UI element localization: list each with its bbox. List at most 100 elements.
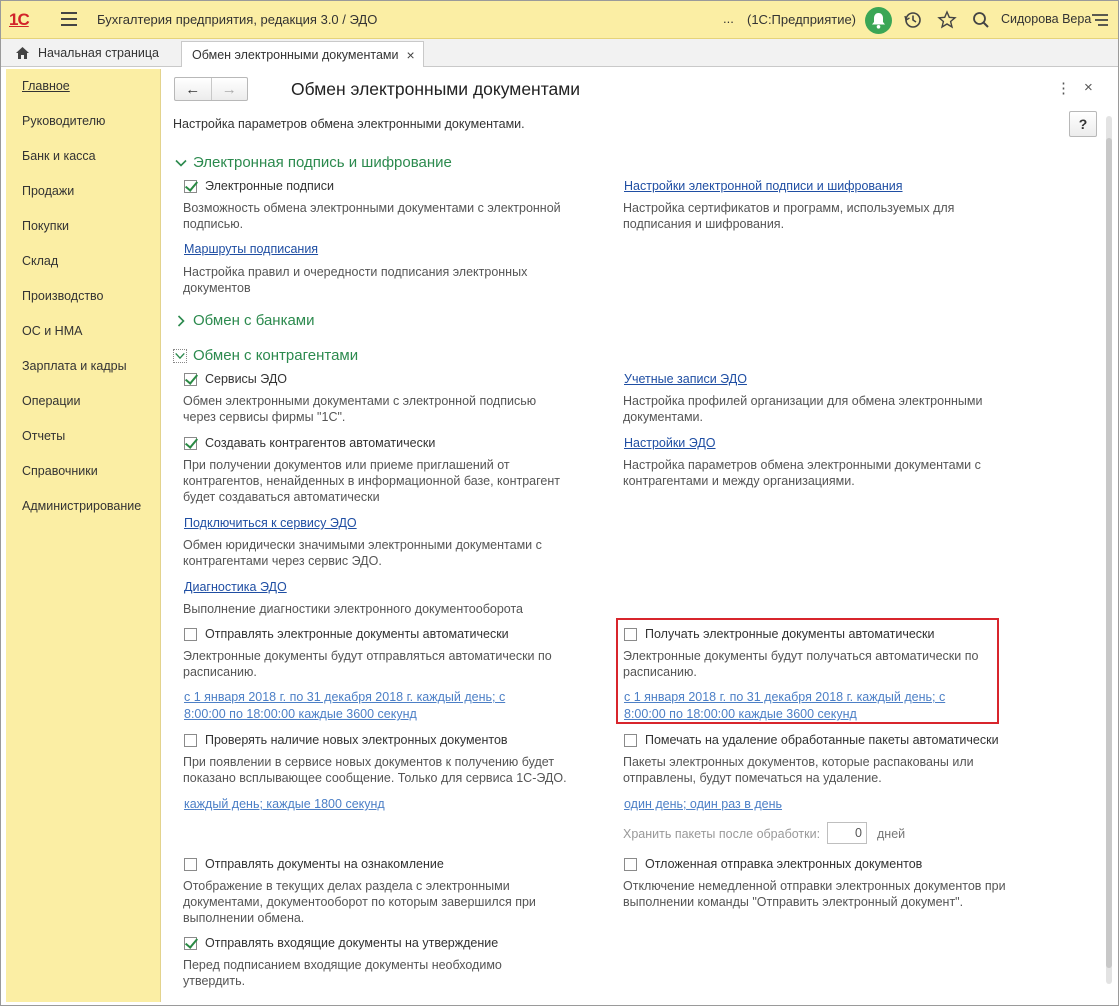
diagnostics-link[interactable]: Диагностика ЭДО — [184, 580, 287, 594]
send-auto-desc: Электронные документы будут отправляться… — [183, 649, 552, 679]
tab-home[interactable]: Начальная страница — [5, 39, 169, 66]
sidebar-item-catalogs[interactable]: Справочники — [22, 464, 98, 478]
cb-auto-partners-label: Создавать контрагентов автоматически — [205, 436, 436, 450]
notifications-bell-icon[interactable] — [865, 7, 892, 34]
tab-close-icon[interactable]: × — [406, 47, 414, 63]
check-new-desc: При появлении в сервисе новых документов… — [183, 755, 567, 785]
favorites-star-icon[interactable] — [937, 10, 957, 30]
checkbox-incoming-approve[interactable] — [184, 936, 197, 950]
cb-send-auto[interactable]: Отправлять электронные документы автомат… — [184, 627, 509, 641]
help-button[interactable]: ? — [1069, 111, 1097, 137]
checkbox-electronic-signatures[interactable] — [184, 179, 197, 193]
receive-auto-desc: Электронные документы будут получаться а… — [623, 649, 979, 679]
auto-partners-desc: При получении документов или приеме приг… — [183, 458, 560, 504]
nav-buttons: ← → — [174, 77, 248, 101]
cb-incoming-approve-label: Отправлять входящие документы на утвержд… — [205, 936, 499, 950]
tabs-bar: Начальная страница Обмен электронными до… — [1, 39, 1118, 67]
edo-settings-desc: Настройка параметров обмена электронными… — [623, 458, 981, 488]
checkbox-send-auto[interactable] — [184, 627, 197, 641]
cb-check-new[interactable]: Проверять наличие новых электронных доку… — [184, 733, 508, 747]
checkbox-mark-delete[interactable] — [624, 733, 637, 747]
signature-settings-link[interactable]: Настройки электронной подписи и шифрован… — [624, 179, 903, 193]
cb-receive-auto-label: Получать электронные документы автоматич… — [645, 627, 935, 641]
checkbox-receive-auto[interactable] — [624, 627, 637, 641]
signatures-desc: Возможность обмена электронными документ… — [183, 201, 561, 231]
settings-menu-icon[interactable] — [1091, 11, 1109, 29]
edo-settings-link[interactable]: Настройки ЭДО — [624, 436, 716, 450]
receive-schedule-link[interactable]: с 1 января 2018 г. по 31 декабря 2018 г.… — [624, 689, 945, 723]
cb-mark-delete[interactable]: Помечать на удаление обработанные пакеты… — [624, 733, 999, 747]
section-partners-header[interactable]: Обмен с контрагентами — [173, 347, 358, 364]
sidebar-item-payroll[interactable]: Зарплата и кадры — [22, 359, 127, 373]
cb-edo-services[interactable]: Сервисы ЭДО — [184, 372, 287, 386]
services-desc: Обмен электронными документами с электро… — [183, 394, 537, 424]
sidebar-item-warehouse[interactable]: Склад — [22, 254, 58, 268]
send-review-desc: Отображение в текущих делах раздела с эл… — [183, 879, 536, 925]
check-schedule-link[interactable]: каждый день; каждые 1800 секунд — [184, 796, 385, 813]
send-schedule-link[interactable]: с 1 января 2018 г. по 31 декабря 2018 г.… — [184, 689, 505, 723]
sidebar-item-purchases[interactable]: Покупки — [22, 219, 69, 233]
routes-desc: Настройка правил и очередности подписани… — [183, 265, 528, 295]
cb-electronic-signatures[interactable]: Электронные подписи — [184, 179, 334, 193]
cb-edo-services-label: Сервисы ЭДО — [205, 372, 288, 386]
close-form-icon[interactable]: × — [1084, 79, 1093, 96]
edo-accounts-link[interactable]: Учетные записи ЭДО — [624, 372, 747, 386]
app-window: 1С Бухгалтерия предприятия, редакция 3.0… — [0, 0, 1119, 1006]
cb-incoming-approve[interactable]: Отправлять входящие документы на утвержд… — [184, 936, 498, 950]
title-bar: 1С Бухгалтерия предприятия, редакция 3.0… — [1, 1, 1118, 39]
accounts-desc: Настройка профилей организации для обмен… — [623, 394, 983, 424]
keep-packages-label: Хранить пакеты после обработки: — [623, 827, 821, 841]
tab-active-label: Обмен электронными документами — [192, 47, 399, 62]
sidebar-item-bank[interactable]: Банк и касса — [22, 149, 96, 163]
page-title: Обмен электронными документами — [291, 79, 581, 99]
vertical-scrollbar[interactable] — [1104, 108, 1114, 1001]
more-actions-icon[interactable]: ⋮ — [1056, 79, 1071, 97]
sidebar-item-admin[interactable]: Администрирование — [22, 499, 141, 513]
chevron-down-icon — [173, 348, 187, 363]
cb-deferred-send-label: Отложенная отправка электронных документ… — [645, 857, 923, 871]
section-banks-title: Обмен с банками — [193, 312, 315, 329]
search-icon[interactable] — [971, 10, 991, 30]
signing-routes-link[interactable]: Маршруты подписания — [184, 242, 318, 256]
section-signature-title: Электронная подпись и шифрование — [193, 154, 452, 171]
cb-receive-auto[interactable]: Получать электронные документы автоматич… — [624, 627, 935, 641]
cb-send-auto-label: Отправлять электронные документы автомат… — [205, 627, 509, 641]
sidebar-item-operations[interactable]: Операции — [22, 394, 80, 408]
history-icon[interactable] — [903, 10, 923, 30]
checkbox-auto-partners[interactable] — [184, 436, 197, 450]
app-title: Бухгалтерия предприятия, редакция 3.0 / … — [97, 12, 378, 27]
cb-send-review[interactable]: Отправлять документы на ознакомление — [184, 857, 444, 871]
sidebar-item-production[interactable]: Производство — [22, 289, 104, 303]
deferred-desc: Отключение немедленной отправки электрон… — [623, 879, 1006, 909]
checkbox-deferred-send[interactable] — [624, 857, 637, 871]
chevron-right-icon — [177, 314, 185, 327]
keep-days-input[interactable]: 0 — [827, 822, 867, 844]
section-signature-header[interactable]: Электронная подпись и шифрование — [175, 154, 452, 171]
checkbox-send-review[interactable] — [184, 857, 197, 871]
more-ellipsis[interactable]: ... — [723, 11, 734, 26]
cb-deferred-send[interactable]: Отложенная отправка электронных документ… — [624, 857, 922, 871]
main-menu-icon[interactable] — [61, 12, 77, 26]
sidebar-item-main[interactable]: Главное — [22, 79, 70, 93]
sidebar-item-sales[interactable]: Продажи — [22, 184, 74, 198]
diagnostics-desc: Выполнение диагностики электронного доку… — [183, 602, 523, 616]
scrollbar-thumb[interactable] — [1106, 138, 1112, 968]
forward-arrow-icon[interactable]: → — [212, 78, 248, 100]
cb-auto-partners[interactable]: Создавать контрагентов автоматически — [184, 436, 435, 450]
mark-schedule-link[interactable]: один день; один раз в день — [624, 796, 782, 813]
app-logo: 1С — [9, 10, 30, 29]
checkbox-edo-services[interactable] — [184, 372, 197, 386]
incoming-approve-desc: Перед подписанием входящие документы нео… — [183, 958, 502, 988]
connect-edo-link[interactable]: Подключиться к сервису ЭДО — [184, 516, 357, 530]
platform-label: (1С:Предприятие) — [747, 12, 857, 27]
back-arrow-icon[interactable]: ← — [175, 78, 212, 100]
checkbox-check-new[interactable] — [184, 733, 197, 747]
mark-delete-desc: Пакеты электронных документов, которые р… — [623, 755, 974, 785]
sidebar-item-assets[interactable]: ОС и НМА — [22, 324, 82, 338]
tab-edo-exchange[interactable]: Обмен электронными документами × — [181, 41, 424, 67]
section-banks-header[interactable]: Обмен с банками — [175, 312, 315, 329]
sidebar-item-manager[interactable]: Руководителю — [22, 114, 105, 128]
sidebar-item-reports[interactable]: Отчеты — [22, 429, 65, 443]
home-icon — [16, 46, 29, 59]
current-user[interactable]: Сидорова Вера — [1001, 12, 1091, 26]
